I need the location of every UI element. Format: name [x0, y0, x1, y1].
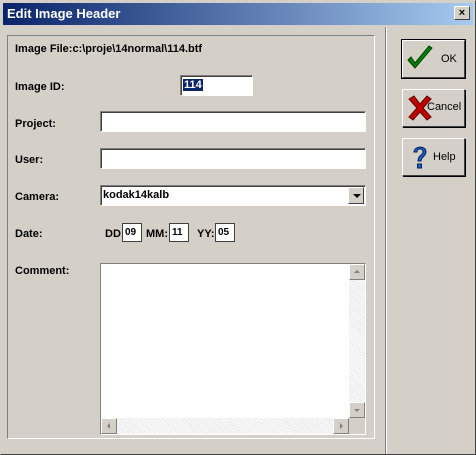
- day-value: 09: [125, 227, 137, 238]
- mm-label: MM:: [146, 228, 168, 240]
- question-mark-icon: [413, 146, 427, 169]
- image-id-value: 114: [183, 79, 203, 91]
- scroll-left-button[interactable]: [101, 418, 117, 434]
- year-value: 05: [218, 227, 230, 238]
- vertical-divider: [385, 27, 387, 454]
- date-label: Date:: [15, 228, 43, 240]
- ok-label: OK: [441, 53, 457, 65]
- project-input[interactable]: [100, 111, 366, 132]
- day-input[interactable]: 09: [122, 223, 142, 242]
- camera-label: Camera:: [15, 191, 60, 203]
- comment-textarea[interactable]: [100, 263, 366, 435]
- image-id-label: Image ID:: [15, 81, 65, 93]
- help-button[interactable]: Help: [402, 138, 465, 176]
- help-label: Help: [433, 151, 456, 163]
- year-input[interactable]: 05: [215, 223, 235, 242]
- image-file-label: Image File:c:\proje\14normal\114.btf: [15, 43, 203, 55]
- checkmark-icon: [407, 45, 433, 69]
- image-id-input[interactable]: 114: [180, 75, 253, 96]
- scroll-right-button[interactable]: [333, 418, 349, 434]
- project-label: Project:: [15, 118, 56, 130]
- camera-select[interactable]: kodak14kalb: [100, 185, 366, 206]
- camera-dropdown-button[interactable]: [348, 187, 364, 204]
- cancel-button[interactable]: Cancel: [402, 89, 465, 127]
- yy-label: YY:: [197, 228, 215, 240]
- user-label: User:: [15, 154, 44, 166]
- horizontal-scrollbar[interactable]: [101, 418, 349, 434]
- camera-value: kodak14kalb: [103, 189, 170, 201]
- edit-image-header-dialog: Edit Image Header × Image File:c:\proje\…: [0, 0, 476, 455]
- window-title: Edit Image Header: [7, 6, 121, 21]
- month-input[interactable]: 11: [169, 223, 189, 242]
- scroll-down-button[interactable]: [349, 402, 365, 418]
- scroll-corner: [349, 418, 365, 434]
- month-value: 11: [172, 227, 183, 238]
- ok-button[interactable]: OK: [401, 39, 466, 79]
- vertical-scrollbar[interactable]: [349, 264, 365, 418]
- scroll-up-button[interactable]: [349, 264, 365, 280]
- user-input[interactable]: [100, 148, 366, 169]
- title-bar[interactable]: Edit Image Header ×: [3, 3, 473, 25]
- comment-label: Comment:: [15, 265, 70, 277]
- close-button[interactable]: ×: [454, 6, 470, 20]
- cancel-label: Cancel: [427, 101, 462, 113]
